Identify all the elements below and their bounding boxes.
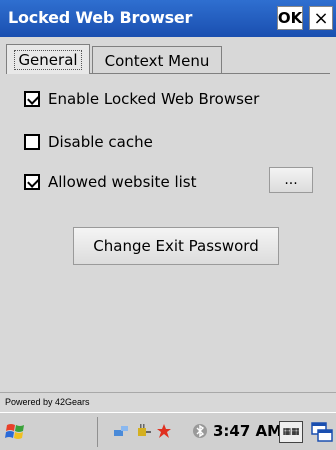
allowed-website-list-option[interactable]: Allowed website list [24, 171, 196, 193]
close-button[interactable]: × [309, 6, 333, 30]
disable-cache-option[interactable]: Disable cache [24, 131, 153, 153]
change-exit-password-button[interactable]: Change Exit Password [73, 227, 279, 265]
tab-general-label: General [14, 49, 82, 70]
clock[interactable]: 3:47 AM [213, 422, 282, 440]
powered-by-text: Powered by 42Gears [5, 397, 90, 407]
enable-locked-browser-option[interactable]: Enable Locked Web Browser [24, 88, 259, 110]
windows-start-icon[interactable] [4, 420, 30, 444]
tray-separator [97, 417, 98, 447]
keyboard-icon[interactable]: ▦▦ [279, 421, 303, 443]
alert-icon[interactable] [155, 422, 173, 440]
footer-divider [0, 392, 336, 393]
ok-button[interactable]: OK [277, 6, 303, 30]
tab-context-menu[interactable]: Context Menu [92, 46, 222, 74]
disable-cache-label: Disable cache [48, 133, 153, 151]
disable-cache-checkbox[interactable] [24, 134, 40, 150]
enable-locked-browser-checkbox[interactable] [24, 91, 40, 107]
allowed-website-list-checkbox[interactable] [24, 174, 40, 190]
window-title: Locked Web Browser [8, 8, 193, 27]
website-list-browse-button[interactable]: ... [269, 167, 313, 193]
allowed-website-list-label: Allowed website list [48, 173, 197, 191]
enable-locked-browser-label: Enable Locked Web Browser [48, 90, 260, 108]
title-bar: Locked Web Browser OK × [0, 0, 336, 37]
network-icon[interactable] [112, 422, 130, 440]
taskbar: 3:47 AM ▦▦ [0, 412, 336, 450]
tab-context-menu-label: Context Menu [104, 51, 210, 70]
window-switch-icon[interactable] [310, 421, 334, 443]
tab-general[interactable]: General [6, 44, 90, 74]
bluetooth-icon[interactable] [191, 422, 209, 440]
tab-strip: General Context Menu [6, 44, 330, 74]
power-plug-icon[interactable] [134, 422, 152, 440]
